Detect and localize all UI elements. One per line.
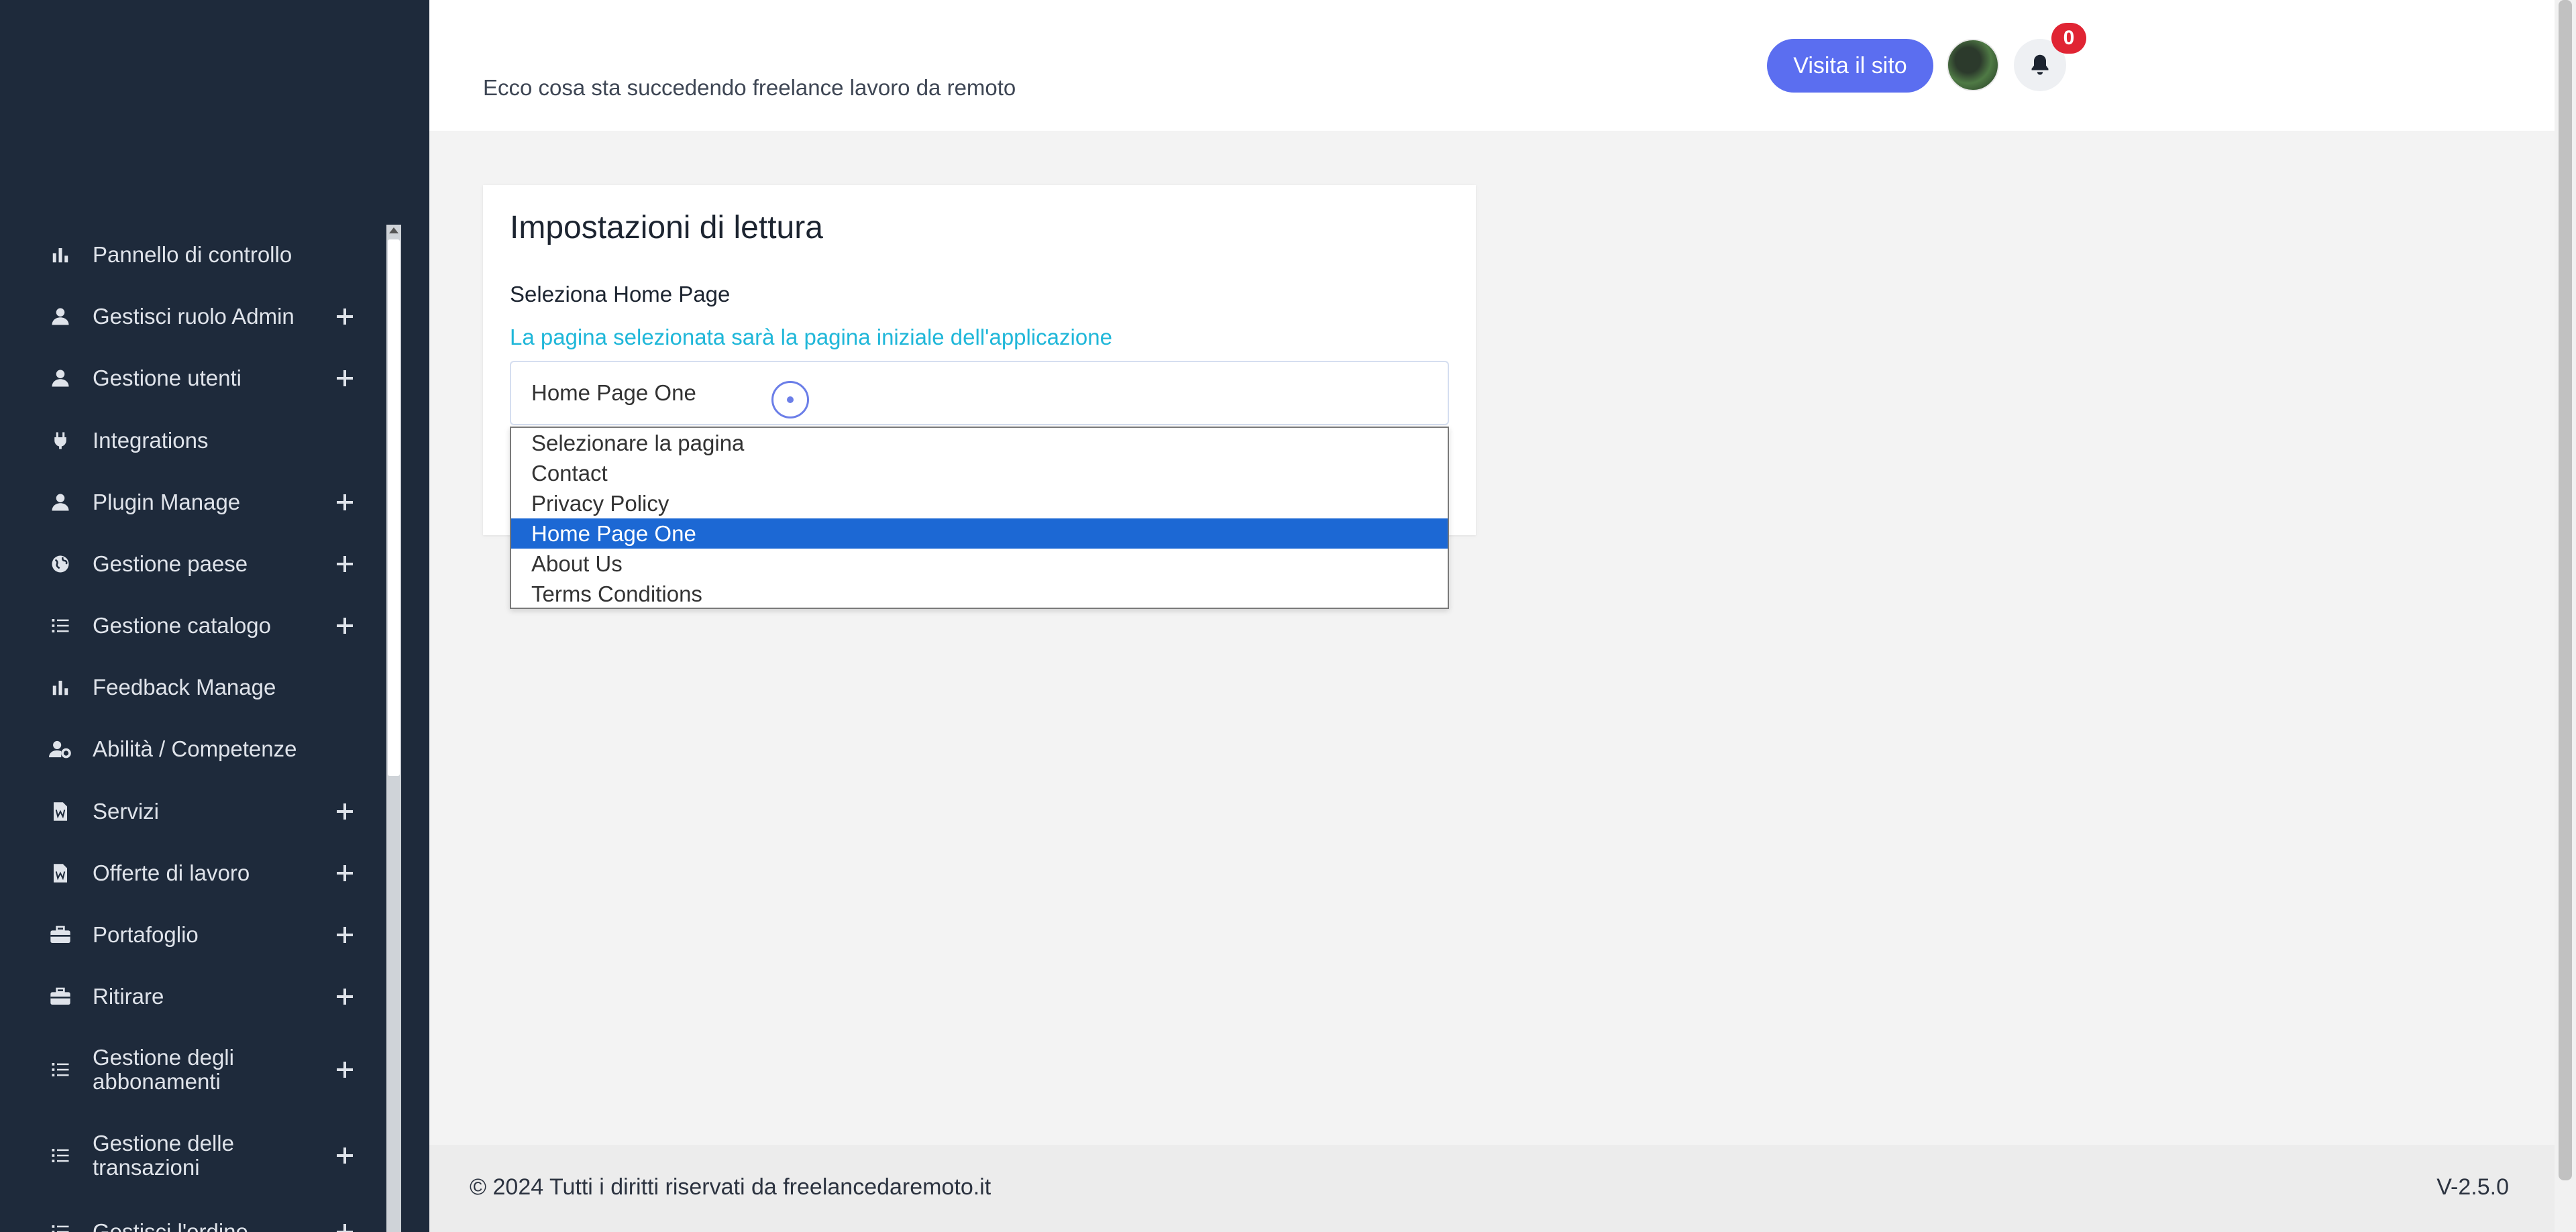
sidebar-item-label: Gestione delle transazioni	[93, 1131, 234, 1180]
expand-plus-icon[interactable]	[331, 365, 358, 392]
app-version: V-2.5.0	[2436, 1174, 2509, 1200]
expand-plus-icon[interactable]	[331, 860, 358, 887]
sidebar-item-label: Plugin Manage	[93, 490, 241, 514]
sidebar-item[interactable]: Offerte di lavoro	[0, 846, 386, 900]
page-scroll-thumb[interactable]	[2559, 0, 2572, 1180]
sidebar-item-label: Pannello di controllo	[93, 242, 292, 267]
expand-plus-icon[interactable]	[331, 551, 358, 577]
sidebar-item[interactable]: Servizi	[0, 785, 386, 838]
sidebar-item[interactable]: Pannello di controllo	[0, 228, 386, 282]
sidebar-item[interactable]: Portafoglio	[0, 908, 386, 962]
expand-plus-icon[interactable]	[331, 1142, 358, 1169]
page-scrollbar[interactable]	[2555, 0, 2576, 1232]
globe-icon	[47, 551, 74, 577]
home-page-option[interactable]: Terms Conditions	[511, 579, 1448, 609]
sidebar-item-label: Offerte di lavoro	[93, 860, 250, 885]
sidebar-item[interactable]: Gestione degli abbonamenti	[0, 1043, 386, 1097]
sidebar-item[interactable]: Gestione paese	[0, 537, 386, 591]
sidebar-item-label: Ritirare	[93, 984, 164, 1009]
home-page-option[interactable]: Contact	[511, 458, 1448, 488]
expand-plus-icon[interactable]	[331, 612, 358, 639]
user-gear-icon	[47, 736, 74, 763]
sidebar-item[interactable]: Abilità / Competenze	[0, 722, 386, 776]
home-page-option[interactable]: Selezionare la pagina	[511, 428, 1448, 458]
sidebar-item[interactable]: Gestisci ruolo Admin	[0, 290, 386, 343]
expand-plus-icon[interactable]	[331, 798, 358, 825]
sidebar-item-label: Gestione utenti	[93, 366, 241, 390]
notification-count-badge: 0	[2051, 23, 2086, 54]
sidebar-item-label: Integrations	[93, 428, 209, 453]
plug-icon	[47, 427, 74, 454]
sidebar-item-label: Portafoglio	[93, 922, 199, 947]
expand-plus-icon[interactable]	[331, 921, 358, 948]
expand-plus-icon[interactable]	[331, 489, 358, 516]
user-icon	[47, 365, 74, 392]
user-icon	[47, 489, 74, 516]
home-page-options-list[interactable]: Selezionare la pagina Contact Privacy Poli…	[510, 427, 1449, 609]
list-icon	[47, 1142, 74, 1169]
home-page-option[interactable]: Home Page One	[511, 518, 1448, 549]
expand-plus-icon[interactable]	[331, 1219, 358, 1232]
expand-plus-icon[interactable]	[331, 303, 358, 330]
loading-cursor-icon	[771, 381, 809, 418]
sidebar: Pannello di controllo Gestisci ruolo Admi…	[0, 0, 429, 1232]
sidebar-scroll-thumb[interactable]	[388, 239, 400, 776]
document-icon	[47, 798, 74, 825]
top-header: Ecco cosa sta succedendo freelance lavor…	[429, 0, 2555, 131]
header-tagline: Ecco cosa sta succedendo freelance lavor…	[483, 75, 1016, 100]
home-page-option[interactable]: About Us	[511, 549, 1448, 579]
document-icon	[47, 860, 74, 887]
sidebar-item[interactable]: Ritirare	[0, 970, 386, 1023]
expand-plus-icon[interactable]	[331, 983, 358, 1010]
sidebar-item-label: Feedback Manage	[93, 675, 276, 699]
briefcase-icon	[47, 921, 74, 948]
sidebar-item-label: Gestione paese	[93, 551, 248, 576]
sidebar-item-label: Gestione catalogo	[93, 613, 272, 638]
briefcase-icon	[47, 983, 74, 1010]
sidebar-item[interactable]: Gestione utenti	[0, 351, 386, 405]
list-icon	[47, 1056, 74, 1083]
home-page-select-value: Home Page One	[531, 380, 696, 405]
user-icon	[47, 303, 74, 330]
sidebar-item-label: Gestione degli abbonamenti	[93, 1045, 234, 1094]
footer-copyright: © 2024 Tutti i diritti riservati da free…	[470, 1174, 991, 1200]
sidebar-item[interactable]: Integrations	[0, 414, 386, 467]
sidebar-item[interactable]: Gestione delle transazioni	[0, 1129, 386, 1182]
list-icon	[47, 1219, 74, 1232]
sidebar-item[interactable]: Plugin Manage	[0, 475, 386, 529]
home-page-option[interactable]: Privacy Policy	[511, 488, 1448, 518]
expand-plus-icon[interactable]	[331, 1056, 358, 1083]
sidebar-item-label: Gestisci l'ordine	[93, 1219, 248, 1232]
visit-site-button[interactable]: Visita il sito	[1767, 39, 1933, 93]
home-page-field-hint: La pagina selezionata sarà la pagina ini…	[510, 325, 1112, 349]
sidebar-item-label: Abilità / Competenze	[93, 736, 297, 761]
card-title: Impostazioni di lettura	[510, 210, 823, 245]
home-page-field-label: Seleziona Home Page	[510, 282, 731, 306]
footer: © 2024 Tutti i diritti riservati da free…	[429, 1145, 2555, 1232]
sidebar-item[interactable]: Gestione catalogo	[0, 599, 386, 653]
bell-icon	[2031, 54, 2049, 75]
bar-chart-icon	[47, 674, 74, 701]
scroll-up-arrow-icon[interactable]	[389, 227, 398, 233]
avatar[interactable]	[1947, 39, 1999, 91]
sidebar-scrollbar[interactable]	[386, 225, 401, 1232]
sidebar-item[interactable]: Gestisci l'ordine	[0, 1205, 386, 1232]
bar-chart-icon	[47, 241, 74, 268]
sidebar-item-label: Gestisci ruolo Admin	[93, 304, 294, 329]
home-page-select[interactable]: Home Page One	[510, 361, 1449, 425]
list-icon	[47, 612, 74, 639]
sidebar-item[interactable]: Feedback Manage	[0, 661, 386, 714]
sidebar-item-label: Servizi	[93, 799, 160, 824]
